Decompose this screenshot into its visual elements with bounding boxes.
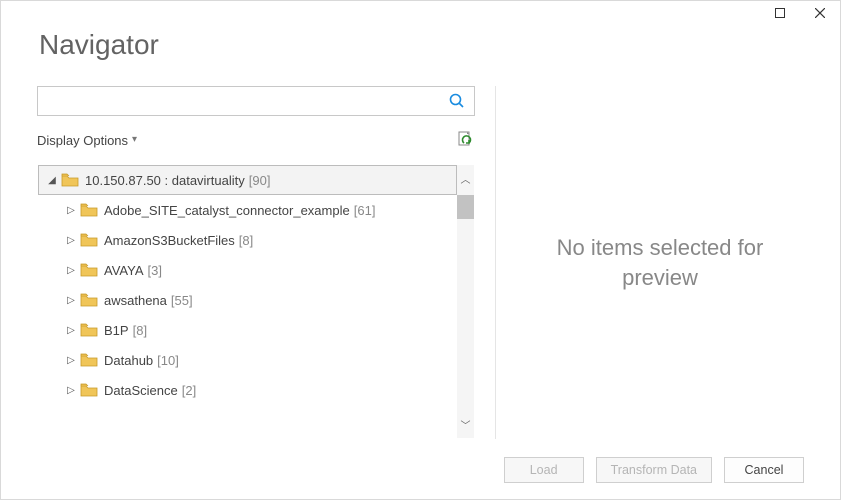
folder-icon — [80, 293, 98, 307]
preview-empty-message: No items selected for preview — [557, 233, 764, 292]
tree-node-label: Datahub — [104, 353, 153, 368]
tree-node-label: AVAYA — [104, 263, 144, 278]
folder-icon — [80, 203, 98, 217]
folder-icon — [80, 353, 98, 367]
tree-node[interactable]: ▷ B1P [8] — [38, 315, 457, 345]
transform-data-button[interactable]: Transform Data — [596, 457, 712, 483]
display-options-label: Display Options — [37, 133, 128, 148]
tree-root-node[interactable]: ◢ 10.150.87.50 : datavirtuality [90] — [38, 165, 457, 195]
tree-node[interactable]: ▷ AmazonS3BucketFiles [8] — [38, 225, 457, 255]
folder-icon — [80, 233, 98, 247]
folder-icon — [80, 263, 98, 277]
folder-icon — [80, 323, 98, 337]
expand-tree-icon[interactable]: ▷ — [62, 235, 80, 246]
tree-node[interactable]: ▷ DataScience [2] — [38, 375, 457, 405]
tree: ◢ 10.150.87.50 : datavirtuality [90] ▷ A… — [37, 164, 475, 439]
close-icon — [815, 8, 825, 18]
chevron-down-icon: ▾ — [132, 134, 137, 145]
window-title: Navigator — [39, 29, 159, 61]
tree-node-count: [55] — [171, 293, 193, 308]
navigator-dialog: Navigator Display Options ▾ — [0, 0, 841, 500]
search-input[interactable] — [38, 87, 440, 115]
expand-tree-icon[interactable]: ▷ — [62, 295, 80, 306]
expand-tree-icon[interactable]: ▷ — [62, 355, 80, 366]
maximize-button[interactable] — [760, 1, 800, 25]
tree-node-count: [61] — [354, 203, 376, 218]
collapse-tree-icon[interactable]: ◢ — [43, 175, 61, 186]
tree-root-label: 10.150.87.50 : datavirtuality — [85, 173, 245, 188]
maximize-icon — [775, 8, 785, 18]
tree-node-label: DataScience — [104, 383, 178, 398]
content-area: Display Options ▾ ◢ — [37, 86, 804, 439]
tree-node-count: [2] — [182, 383, 196, 398]
tree-node-label: Adobe_SITE_catalyst_connector_example — [104, 203, 350, 218]
scroll-up-icon[interactable]: ︿ — [461, 165, 471, 192]
preview-pane: No items selected for preview — [516, 86, 804, 439]
tree-node-count: [8] — [239, 233, 253, 248]
left-pane: Display Options ▾ ◢ — [37, 86, 475, 439]
folder-icon — [80, 383, 98, 397]
folder-icon — [61, 173, 79, 187]
search-field[interactable] — [37, 86, 475, 116]
dialog-footer: Load Transform Data Cancel — [504, 457, 804, 483]
tree-node-label: B1P — [104, 323, 129, 338]
window-controls — [760, 1, 840, 29]
expand-tree-icon[interactable]: ▷ — [62, 325, 80, 336]
tree-root-count: [90] — [249, 173, 271, 188]
options-row: Display Options ▾ — [37, 126, 475, 154]
close-button[interactable] — [800, 1, 840, 25]
tree-node-label: AmazonS3BucketFiles — [104, 233, 235, 248]
tree-node-label: awsathena — [104, 293, 167, 308]
scroll-thumb[interactable] — [457, 195, 474, 219]
display-options-button[interactable]: Display Options ▾ — [37, 133, 137, 148]
expand-tree-icon[interactable]: ▷ — [62, 385, 80, 396]
load-button[interactable]: Load — [504, 457, 584, 483]
tree-rows: ◢ 10.150.87.50 : datavirtuality [90] ▷ A… — [38, 165, 457, 405]
tree-node[interactable]: ▷ Datahub [10] — [38, 345, 457, 375]
tree-node-count: [3] — [148, 263, 162, 278]
search-icon[interactable] — [440, 87, 474, 115]
tree-node[interactable]: ▷ Adobe_SITE_catalyst_connector_example … — [38, 195, 457, 225]
tree-node-count: [10] — [157, 353, 179, 368]
tree-node-count: [8] — [133, 323, 147, 338]
tree-node[interactable]: ▷ AVAYA [3] — [38, 255, 457, 285]
scroll-down-icon[interactable]: ﹀ — [461, 411, 471, 438]
tree-scrollbar[interactable]: ︿ ﹀ — [457, 165, 474, 438]
cancel-button[interactable]: Cancel — [724, 457, 804, 483]
pane-divider — [495, 86, 496, 439]
expand-tree-icon[interactable]: ▷ — [62, 205, 80, 216]
expand-tree-icon[interactable]: ▷ — [62, 265, 80, 276]
refresh-icon[interactable] — [455, 130, 475, 150]
tree-node[interactable]: ▷ awsathena [55] — [38, 285, 457, 315]
